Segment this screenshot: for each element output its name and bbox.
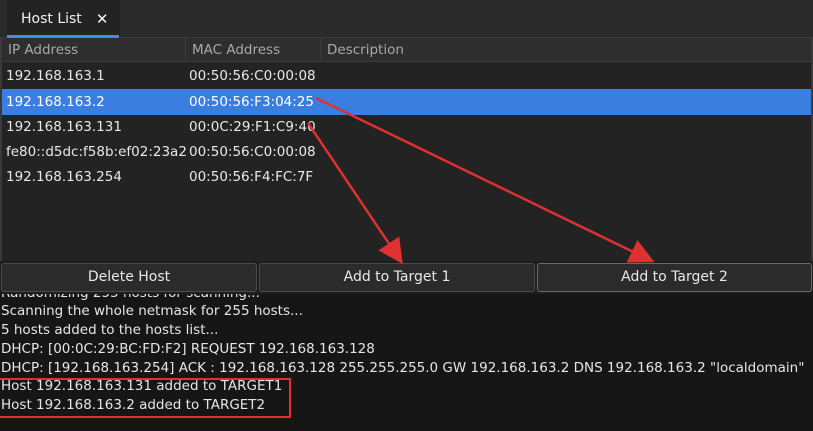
tab-host-list[interactable]: Host List ✕	[7, 0, 121, 38]
host-table: IP Address MAC Address Description 192.1…	[0, 38, 813, 261]
ip-cell: 192.168.163.254	[6, 169, 122, 185]
button-bar: Delete Host Add to Target 1 Add to Targe…	[0, 261, 813, 294]
column-header-description[interactable]: Description	[321, 38, 811, 62]
table-row[interactable]: 192.168.163.1 00:50:56:C0:00:08	[2, 63, 811, 89]
tab-title: Host List	[21, 11, 82, 27]
log-line: 5 hosts added to the hosts list...	[1, 322, 219, 338]
add-to-target2-button[interactable]: Add to Target 2	[537, 263, 812, 292]
ip-cell: 192.168.163.1	[6, 68, 105, 84]
mac-cell: 00:50:56:C0:00:08	[189, 68, 316, 84]
ip-cell: 192.168.163.2	[6, 94, 105, 110]
table-header: IP Address MAC Address Description	[2, 38, 811, 62]
log-line: DHCP: [192.168.163.254] ACK : 192.168.16…	[1, 360, 805, 376]
table-row[interactable]: fe80::d5dc:f58b:ef02:23a2 00:50:56:C0:00…	[2, 139, 811, 165]
table-row-selected[interactable]: 192.168.163.2 00:50:56:F3:04:25	[2, 89, 811, 115]
mac-cell: 00:0C:29:F1:C9:40	[189, 119, 316, 135]
ip-cell: 192.168.163.131	[6, 119, 122, 135]
column-header-ip[interactable]: IP Address	[2, 38, 186, 62]
mac-cell: 00:50:56:F4:FC:7F	[189, 169, 314, 185]
table-row[interactable]: 192.168.163.254 00:50:56:F4:FC:7F	[2, 164, 811, 190]
mac-cell: 00:50:56:C0:00:08	[189, 144, 316, 160]
column-header-mac[interactable]: MAC Address	[186, 38, 321, 62]
delete-host-button[interactable]: Delete Host	[1, 263, 257, 292]
ip-cell: fe80::d5dc:f58b:ef02:23a2	[6, 144, 187, 160]
log-line: Scanning the whole netmask for 255 hosts…	[1, 303, 303, 319]
add-to-target1-button[interactable]: Add to Target 1	[259, 263, 535, 292]
table-row[interactable]: 192.168.163.131 00:0C:29:F1:C9:40	[2, 114, 811, 140]
tab-bar: Host List ✕	[0, 0, 813, 38]
annotation-highlight-box	[0, 378, 291, 418]
mac-cell: 00:50:56:F3:04:25	[189, 94, 314, 110]
log-line: DHCP: [00:0C:29:BC:FD:F2] REQUEST 192.16…	[1, 341, 375, 357]
close-icon[interactable]: ✕	[96, 10, 109, 28]
